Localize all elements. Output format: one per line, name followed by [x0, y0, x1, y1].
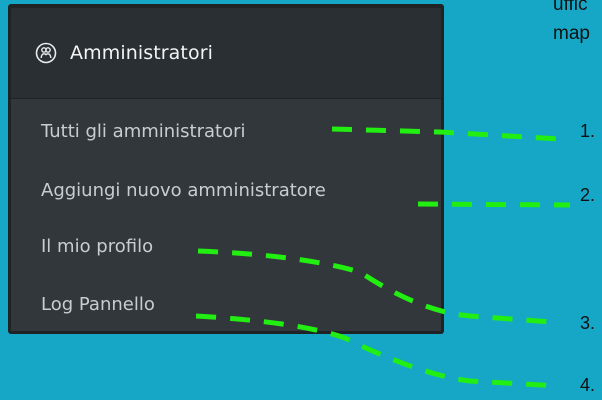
menu-header-amministratori[interactable]: Amministratori — [11, 8, 441, 98]
marker-3: 3. — [580, 313, 596, 333]
submenu-item-tutti-gli-amministratori[interactable]: Tutti gli amministratori — [41, 121, 246, 142]
menu-title: Amministratori — [70, 42, 213, 64]
submenu-list: Tutti gli amministratori Aggiungi nuovo … — [11, 99, 441, 331]
marker-1: 1. — [580, 121, 596, 141]
submenu-item-aggiungi-nuovo-amministratore[interactable]: Aggiungi nuovo amministratore — [41, 180, 326, 201]
marker-2: 2. — [580, 185, 596, 205]
annotation-note-line-1: uffic — [553, 0, 588, 15]
marker-4: 4. — [580, 375, 596, 395]
admin-menu-panel: Amministratori Tutti gli amministratori … — [8, 4, 444, 334]
submenu-item-il-mio-profilo[interactable]: Il mio profilo — [41, 236, 153, 257]
users-icon — [34, 41, 58, 65]
annotation-note-line-2: map — [553, 23, 590, 44]
submenu-item-log-pannello[interactable]: Log Pannello — [41, 294, 155, 315]
